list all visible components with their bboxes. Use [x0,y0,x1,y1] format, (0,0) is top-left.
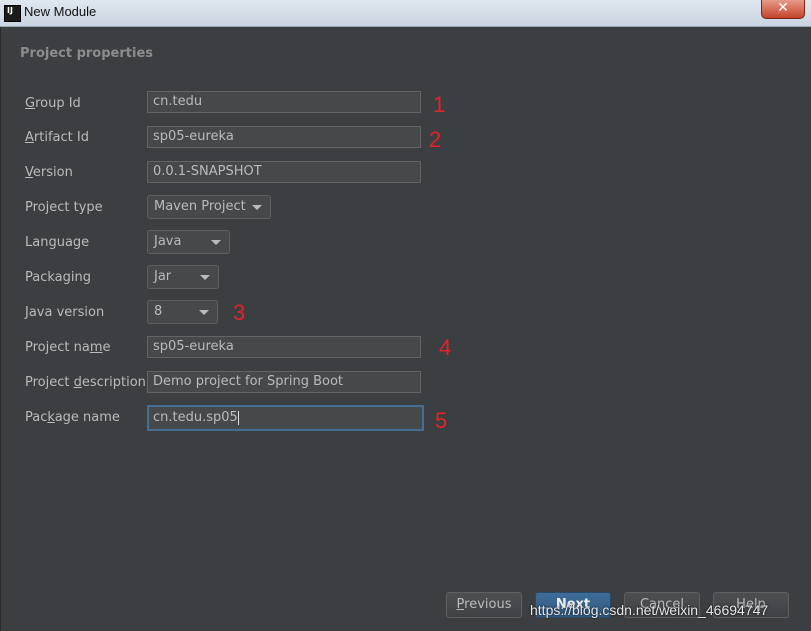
annotation-2: 2 [429,127,442,152]
watermark-url: https://blog.csdn.net/weixin_46694747 [530,602,769,618]
chevron-down-icon [252,205,262,210]
project-description-field[interactable]: Demo project for Spring Boot [147,371,421,393]
title-bar: New Module ✕ [0,0,811,27]
group-id-label-rest: roup Id [35,96,81,111]
artifact-id-label-rest: rtifact Id [33,130,89,145]
annotation-5: 5 [435,408,448,433]
annotation-3: 3 [233,300,246,325]
window-title: New Module [24,4,97,19]
project-description-label-start: Project [25,375,74,390]
java-version-value: 8 [154,304,163,319]
package-name-value: cn.tedu.sp05 [153,410,238,425]
language-dropdown[interactable]: Java [147,230,230,254]
language-value: Java [154,234,182,249]
java-version-dropdown[interactable]: 8 [147,300,218,324]
project-description-label-end: escription [81,375,146,390]
previous-button-mnemonic: P [456,597,465,612]
project-type-value: Maven Project [154,199,246,214]
chevron-down-icon [211,240,221,245]
package-name-label-start: Pac [25,410,48,425]
project-description-label: Project description [25,375,146,390]
package-name-label-end: age name [54,410,120,425]
packaging-value: Jar [154,269,172,284]
annotation-4: 4 [439,335,452,360]
project-name-label: Project name [25,340,111,355]
package-name-field[interactable]: cn.tedu.sp05 [147,405,424,431]
intellij-idea-icon [4,5,21,22]
group-id-field[interactable]: cn.tedu [147,91,421,113]
package-name-label: Package name [25,410,120,425]
close-icon[interactable]: ✕ [761,0,805,19]
project-type-label: Project type [25,200,103,215]
text-caret [237,410,239,425]
project-type-dropdown[interactable]: Maven Project [147,195,271,219]
dialog-content: Project properties Group Id cn.tedu 1 Ar… [0,27,811,631]
group-id-label: Group Id [25,96,81,111]
packaging-dropdown[interactable]: Jar [147,265,219,289]
project-name-field[interactable]: sp05-eureka [147,336,421,358]
project-name-label-end: e [102,340,111,355]
artifact-id-field[interactable]: sp05-eureka [147,126,421,148]
version-field[interactable]: 0.0.1-SNAPSHOT [147,161,421,183]
language-label: Language [25,235,90,250]
version-label: Version [25,165,73,180]
java-version-label: Java version [25,305,105,320]
chevron-down-icon [199,310,209,315]
version-label-rest: ersion [32,165,73,180]
previous-button-rest: revious [464,597,512,612]
packaging-label: Packaging [25,270,91,285]
previous-button[interactable]: Previous [446,592,522,618]
project-name-label-start: Project na [25,340,90,355]
annotation-1: 1 [433,92,446,117]
artifact-id-label: Artifact Id [25,130,89,145]
section-title: Project properties [20,46,153,61]
chevron-down-icon [200,275,210,280]
